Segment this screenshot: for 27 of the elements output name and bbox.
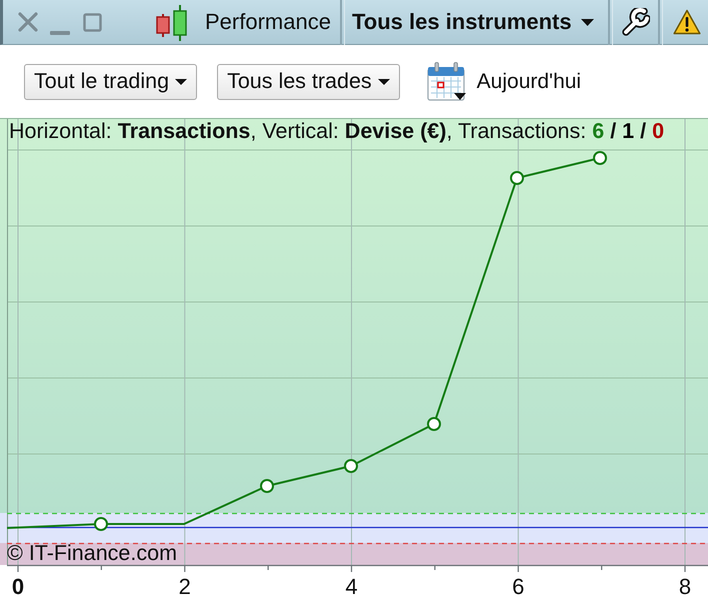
candlestick-icon	[154, 4, 188, 40]
chart-summary: Horizontal: Transactions, Vertical: Devise (€), Transactions: 6 / 1 / 0	[9, 119, 664, 143]
axis-tick-label: 6	[512, 574, 524, 599]
warning-icon[interactable]	[672, 9, 701, 35]
axis-tick-label: 2	[178, 574, 191, 599]
module-title: Performance	[205, 9, 331, 35]
data-point	[593, 151, 607, 165]
data-point	[260, 479, 274, 493]
caret-icon	[175, 78, 188, 84]
caret-icon	[378, 78, 390, 84]
wrench-icon[interactable]	[622, 8, 650, 36]
axis-tick-label: 0	[12, 574, 24, 599]
data-point	[344, 459, 358, 473]
close-icon[interactable]	[18, 12, 38, 32]
caret-icon	[580, 18, 594, 26]
instrument-dropdown[interactable]: Tous les instruments	[352, 9, 594, 35]
axis-tick-label: 4	[345, 574, 358, 599]
filter-dropdown[interactable]: Tous les trades	[217, 64, 400, 100]
data-point	[94, 517, 108, 531]
date-picker-button[interactable]: Aujourd'hui	[426, 62, 582, 102]
axis-tick-label: 8	[678, 574, 692, 599]
copyright-label: © IT-Finance.com	[7, 542, 177, 564]
data-point	[510, 171, 524, 185]
filter-dropdown[interactable]: Tout le trading	[24, 64, 198, 100]
data-point	[427, 417, 441, 431]
calendar-icon	[426, 62, 467, 102]
maximize-icon[interactable]	[83, 12, 102, 32]
